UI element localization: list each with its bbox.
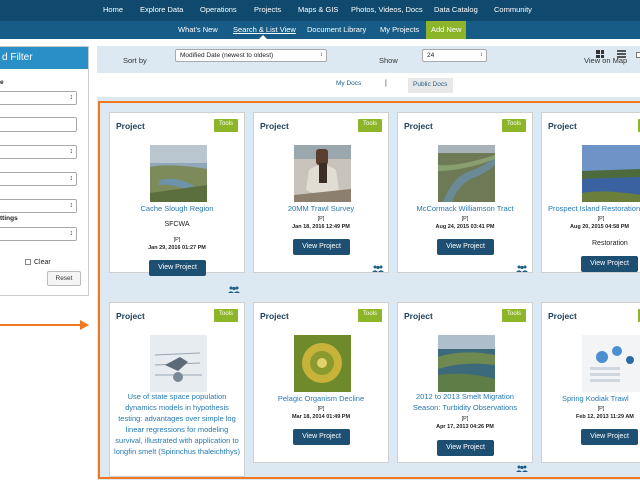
nav-explore-data[interactable]: Explore Data (140, 5, 183, 14)
annotation-arrow-line (0, 324, 84, 326)
filter-label: e (0, 79, 4, 86)
tab-my-docs[interactable]: My Docs (336, 80, 361, 87)
nav-projects[interactable]: Projects (254, 5, 281, 14)
filter-heading: d Filter (0, 47, 88, 69)
select-arrows-icon: ↕ (69, 94, 74, 101)
add-new-button[interactable]: Add New (426, 21, 467, 39)
filter-sidebar: d Filter e ↕ ↕ ↕ ↕ ttings ↕ Clear Reset (0, 46, 89, 296)
top-navigation: Home Explore Data Operations Projects Ma… (0, 0, 640, 21)
filter-select-2[interactable]: ↕ (0, 145, 77, 159)
sort-select[interactable]: Modified Date (newest to oldest) ↕ (175, 49, 327, 62)
clear-checkbox[interactable]: Clear (25, 259, 51, 266)
nav-data-catalog[interactable]: Data Catalog (434, 5, 478, 14)
sub-navigation: What's New Search & List View Document L… (0, 21, 640, 39)
filter-settings-label: ttings (0, 215, 18, 222)
annotation-arrow-icon (80, 320, 89, 330)
subnav-search-list-view[interactable]: Search & List View (233, 25, 296, 34)
filter-text-input[interactable] (0, 117, 77, 132)
subnav-document-library[interactable]: Document Library (307, 25, 366, 34)
nav-operations[interactable]: Operations (200, 5, 237, 14)
sort-by-label: Sort by (123, 56, 147, 65)
nav-photos-videos-docs[interactable]: Photos, Videos, Docs (351, 5, 423, 14)
sort-select-value: Modified Date (newest to oldest) (180, 52, 274, 59)
doc-tabs: My Docs | Public Docs (97, 73, 640, 97)
nav-community[interactable]: Community (494, 5, 532, 14)
filter-select-4[interactable]: ↕ (0, 199, 77, 213)
show-label: Show (379, 56, 398, 65)
filter-select-5[interactable]: ↕ (0, 227, 77, 241)
tab-separator: | (385, 80, 387, 87)
select-arrows-icon: ↕ (320, 52, 323, 58)
show-count-value: 24 (427, 52, 435, 59)
highlight-box (98, 101, 640, 479)
checkbox-icon[interactable] (25, 259, 31, 265)
show-count-select[interactable]: 24 ↕ (422, 49, 487, 62)
nav-home[interactable]: Home (103, 5, 123, 14)
select-arrows-icon: ↕ (69, 148, 74, 155)
select-arrows-icon: ↕ (480, 52, 483, 58)
subnav-whats-new[interactable]: What's New (178, 25, 218, 34)
clear-label: Clear (34, 259, 51, 266)
tab-public-docs[interactable]: Public Docs (408, 78, 453, 93)
reset-button[interactable]: Reset (47, 271, 81, 286)
map-view-checkbox[interactable] (636, 52, 640, 58)
view-on-map-link[interactable]: View on Map (584, 56, 627, 65)
filter-select-1[interactable]: ↕ (0, 91, 77, 105)
sort-toolbar: Sort by Modified Date (newest to oldest)… (97, 46, 640, 73)
select-arrows-icon: ↕ (69, 175, 74, 182)
select-arrows-icon: ↕ (69, 202, 74, 209)
active-tab-caret-icon (259, 35, 267, 39)
nav-maps-gis[interactable]: Maps & GIS (298, 5, 338, 14)
subnav-my-projects[interactable]: My Projects (380, 25, 419, 34)
filter-select-3[interactable]: ↕ (0, 172, 77, 186)
select-arrows-icon: ↕ (69, 230, 74, 237)
